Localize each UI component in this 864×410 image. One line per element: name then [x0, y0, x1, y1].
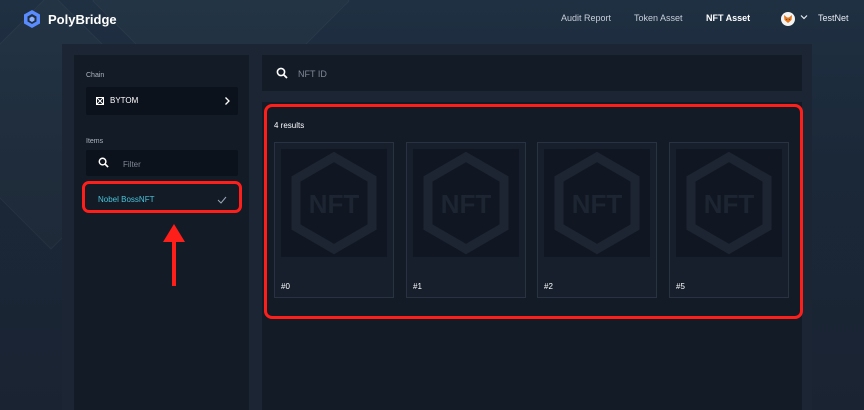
- nav-audit-report[interactable]: Audit Report: [561, 13, 611, 23]
- svg-text:NFT: NFT: [572, 189, 623, 219]
- nft-card-label: #5: [676, 282, 685, 291]
- chevron-right-icon: [225, 97, 230, 105]
- nft-card-label: #0: [281, 282, 290, 291]
- nft-card[interactable]: NFT #0: [274, 142, 394, 298]
- nav-token-asset[interactable]: Token Asset: [634, 13, 683, 23]
- app-name: PolyBridge: [48, 11, 117, 27]
- nft-search-bar: [262, 55, 802, 91]
- chain-select[interactable]: BYTOM: [86, 87, 238, 115]
- polybridge-logo-icon: [24, 10, 40, 28]
- search-icon: [98, 157, 109, 168]
- nft-id-input[interactable]: [296, 64, 780, 84]
- top-header: PolyBridge Audit Report Token Asset NFT …: [0, 0, 864, 40]
- metamask-fox-icon: [784, 15, 792, 23]
- nft-card[interactable]: NFT #2: [537, 142, 657, 298]
- nft-placeholder-image: NFT: [281, 149, 387, 257]
- svg-text:NFT: NFT: [441, 189, 492, 219]
- logo[interactable]: PolyBridge: [24, 10, 117, 28]
- search-icon: [276, 67, 288, 79]
- results-count: 4 results: [274, 121, 305, 130]
- items-label: Items: [86, 138, 104, 145]
- network-label[interactable]: TestNet: [818, 13, 849, 23]
- nft-card[interactable]: NFT #5: [669, 142, 789, 298]
- filter-box: [86, 150, 238, 176]
- nft-placeholder-image: NFT: [413, 149, 519, 257]
- sidebar-item-label: Nobel BossNFT: [98, 195, 155, 204]
- nav-nft-asset[interactable]: NFT Asset: [706, 13, 750, 23]
- chevron-down-icon[interactable]: [799, 12, 809, 22]
- sidebar-item-nobel-bossnft[interactable]: Nobel BossNFT: [86, 184, 238, 216]
- nft-card-label: #1: [413, 282, 422, 291]
- up-arrow-annotation: [163, 224, 185, 286]
- nft-card[interactable]: NFT #1: [406, 142, 526, 298]
- svg-text:NFT: NFT: [704, 189, 755, 219]
- check-icon: [217, 196, 227, 204]
- chain-label: Chain: [86, 72, 105, 79]
- nft-placeholder-image: NFT: [676, 149, 782, 257]
- chain-value: BYTOM: [110, 96, 139, 105]
- nft-card-label: #2: [544, 282, 553, 291]
- fox-icon[interactable]: [781, 12, 795, 26]
- bytom-chain-icon: [96, 97, 104, 105]
- nft-placeholder-image: NFT: [544, 149, 650, 257]
- filter-input[interactable]: [121, 154, 235, 174]
- svg-text:NFT: NFT: [309, 189, 360, 219]
